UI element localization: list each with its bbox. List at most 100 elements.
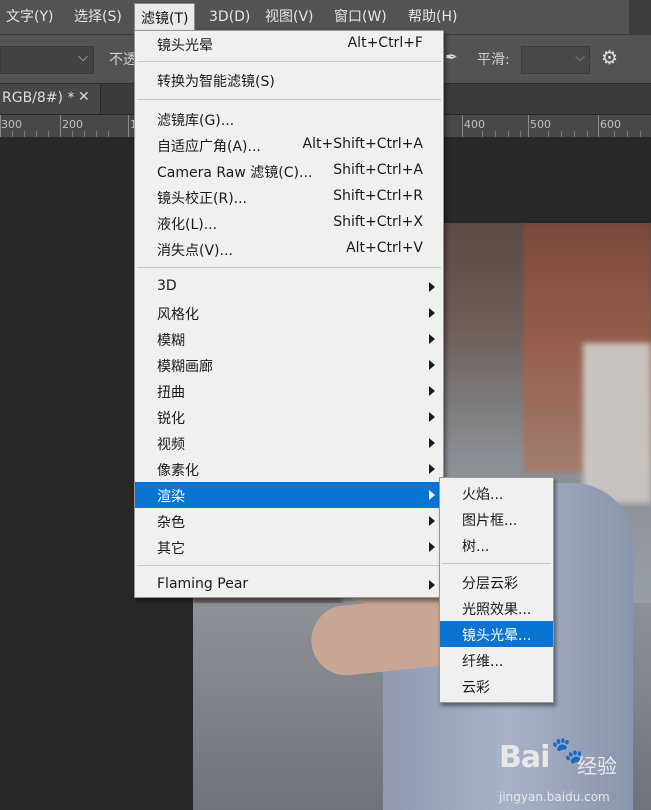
opacity-label: 不透 — [109, 52, 137, 68]
menu-item-shortcut: Alt+Ctrl+F — [347, 35, 423, 51]
menu-separator — [137, 99, 441, 100]
menu-item-shortcut: Shift+Ctrl+X — [333, 214, 423, 230]
ruler-minor-tick — [96, 131, 97, 137]
submenu-item-fibers[interactable]: 纤维... — [440, 647, 553, 673]
submenu-item-lens-flare[interactable]: 镜头光晕... — [440, 621, 553, 647]
ruler-minor-tick — [12, 131, 13, 137]
baidu-jingyan-watermark: Bai 🐾 经验 jingyan.baidu.com — [497, 736, 647, 808]
ruler-minor-tick — [520, 131, 521, 137]
ruler-minor-tick — [495, 131, 496, 137]
menu-separator — [137, 267, 441, 268]
submenu-arrow-icon — [429, 412, 435, 422]
gear-icon[interactable]: ⚙ — [601, 47, 618, 69]
menu-item-last-filter[interactable]: 镜头光晕 Alt+Ctrl+F — [135, 31, 443, 57]
watermark-url: jingyan.baidu.com — [499, 790, 610, 804]
menu-item-label: 液化(L)... — [157, 217, 218, 233]
submenu-item-clouds[interactable]: 云彩 — [440, 673, 553, 699]
ruler-minor-tick — [84, 131, 85, 137]
menu-item-camera-raw[interactable]: Camera Raw 滤镜(C)... Shift+Ctrl+A — [135, 158, 443, 184]
submenu-arrow-icon — [429, 308, 435, 318]
menu-item-render[interactable]: 渲染 — [135, 482, 443, 508]
submenu-arrow-icon — [429, 438, 435, 448]
menu-item-blur[interactable]: 模糊 — [135, 326, 443, 352]
mode-dropdown[interactable]: ⌵ — [0, 46, 94, 74]
menu-item-shortcut: Shift+Ctrl+R — [333, 188, 423, 204]
menu-item-other[interactable]: 其它 — [135, 534, 443, 560]
menu-separator — [137, 61, 441, 62]
menu-item-distort[interactable]: 扭曲 — [135, 378, 443, 404]
submenu-item-flame[interactable]: 火焰... — [440, 480, 553, 506]
watermark-jingyan: 经验 — [577, 754, 617, 778]
menu-3d[interactable]: 3D(D) — [203, 0, 256, 34]
menu-item-label: 图片框... — [462, 513, 518, 529]
menu-item-liquify[interactable]: 液化(L)... Shift+Ctrl+X — [135, 210, 443, 236]
menu-window[interactable]: 窗口(W) — [328, 0, 393, 34]
close-icon[interactable]: ✕ — [78, 89, 90, 105]
watermark-logo: Bai — [499, 740, 550, 775]
menu-item-video[interactable]: 视频 — [135, 430, 443, 456]
submenu-item-tree[interactable]: 树... — [440, 532, 553, 558]
submenu-item-difference-clouds[interactable]: 分层云彩 — [440, 569, 553, 595]
menu-item-label: 其它 — [157, 541, 185, 557]
menu-separator — [442, 563, 551, 564]
submenu-arrow-icon — [429, 334, 435, 344]
menu-item-vanishing-point[interactable]: 消失点(V)... Alt+Ctrl+V — [135, 236, 443, 262]
smoothing-input[interactable]: ⌵ — [521, 46, 590, 74]
document-tab[interactable]: RGB/8#) * ✕ — [0, 84, 101, 114]
document-tab-title: RGB/8#) * — [2, 90, 75, 106]
menu-item-label: 镜头光晕 — [157, 38, 213, 54]
menu-item-adaptive-wide-angle[interactable]: 自适应广角(A)... Alt+Shift+Ctrl+A — [135, 132, 443, 158]
menu-item-label: 云彩 — [462, 680, 490, 696]
menu-item-3d[interactable]: 3D — [135, 274, 443, 300]
pen-pressure-icon[interactable]: ✒ — [445, 48, 458, 66]
ruler-tick — [128, 115, 129, 137]
menu-help[interactable]: 帮助(H) — [402, 0, 463, 34]
menu-item-flaming-pear[interactable]: Flaming Pear — [135, 572, 443, 598]
menu-item-convert-smart-filter[interactable]: 转换为智能滤镜(S) — [135, 67, 443, 93]
ruler-label: 300 — [1, 118, 22, 131]
menu-item-label: 火焰... — [462, 487, 504, 503]
ruler-label: 400 — [464, 118, 485, 131]
menu-item-label: 像素化 — [157, 463, 199, 479]
ruler-minor-tick — [48, 131, 49, 137]
ruler-minor-tick — [508, 131, 509, 137]
ruler-tick — [598, 115, 599, 137]
submenu-arrow-icon — [429, 360, 435, 370]
render-submenu: 火焰... 图片框... 树... 分层云彩 光照效果... 镜头光晕... 纤… — [439, 477, 554, 703]
menu-item-noise[interactable]: 杂色 — [135, 508, 443, 534]
menu-item-label: 3D — [157, 278, 177, 294]
ruler-minor-tick — [614, 131, 615, 137]
ruler-tick — [60, 115, 61, 137]
menu-item-label: Flaming Pear — [157, 576, 249, 592]
menu-item-label: 分层云彩 — [462, 576, 518, 592]
menu-item-label: 渲染 — [157, 489, 185, 505]
menu-item-label: 扭曲 — [157, 385, 185, 401]
menu-select[interactable]: 选择(S) — [68, 0, 128, 34]
menu-item-label: 杂色 — [157, 515, 185, 531]
ruler-label: 600 — [600, 118, 621, 131]
menu-item-blur-gallery[interactable]: 模糊画廊 — [135, 352, 443, 378]
submenu-item-picture-frame[interactable]: 图片框... — [440, 506, 553, 532]
ruler-minor-tick — [108, 131, 109, 137]
submenu-item-lighting-effects[interactable]: 光照效果... — [440, 595, 553, 621]
ruler-minor-tick — [72, 131, 73, 137]
submenu-arrow-icon — [429, 490, 435, 500]
menu-item-lens-correction[interactable]: 镜头校正(R)... Shift+Ctrl+R — [135, 184, 443, 210]
menu-item-label: 转换为智能滤镜(S) — [157, 74, 275, 90]
menu-item-sharpen[interactable]: 锐化 — [135, 404, 443, 430]
menu-item-label: 视频 — [157, 437, 185, 453]
background-building — [583, 343, 651, 503]
menu-view[interactable]: 视图(V) — [259, 0, 320, 34]
menu-item-label: 模糊画廊 — [157, 359, 213, 375]
ruler-minor-tick — [587, 131, 588, 137]
menu-type[interactable]: 文字(Y) — [0, 0, 59, 34]
menu-item-shortcut: Alt+Shift+Ctrl+A — [302, 136, 423, 152]
menu-item-stylize[interactable]: 风格化 — [135, 300, 443, 326]
menu-item-filter-gallery[interactable]: 滤镜库(G)... — [135, 106, 443, 132]
chevron-down-icon: ⌵ — [575, 50, 585, 65]
menu-item-label: 锐化 — [157, 411, 185, 427]
menu-item-pixelate[interactable]: 像素化 — [135, 456, 443, 482]
ruler-tick — [528, 115, 529, 137]
menu-item-label: 纤维... — [462, 654, 504, 670]
menu-item-label: 镜头光晕... — [462, 628, 532, 644]
